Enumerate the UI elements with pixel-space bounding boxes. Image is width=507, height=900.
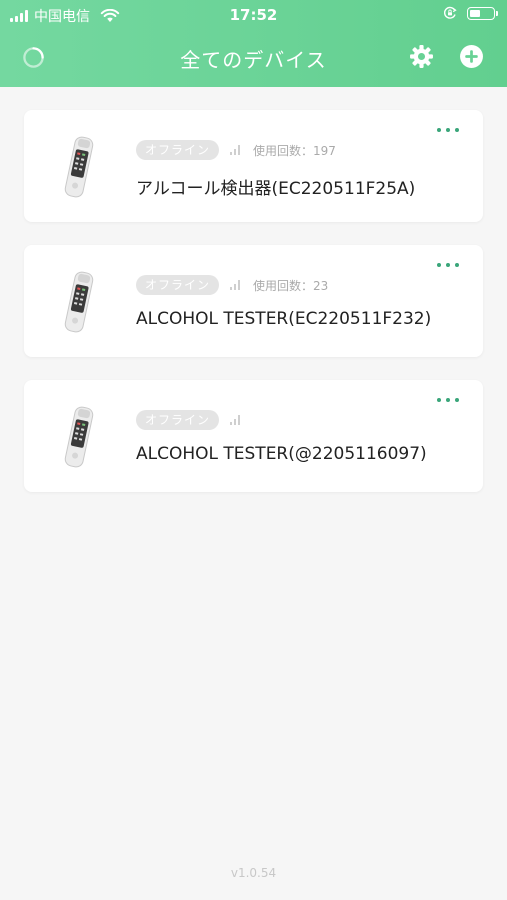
device-card[interactable]: オフライン 使用回数：197 アルコール検出器(EC220511F25A) (24, 110, 483, 222)
device-name: アルコール検出器(EC220511F25A) (136, 179, 416, 199)
plus-circle-icon[interactable] (459, 44, 484, 69)
status-row: オフライン 使用回数：197 (136, 140, 336, 160)
app-version: v1.0.54 (230, 866, 277, 880)
status-row: オフライン (136, 410, 241, 430)
device-name: ALCOHOL TESTER(EC220511F232) (136, 309, 432, 329)
device-name: ALCOHOL TESTER(@2205116097) (136, 444, 427, 464)
signal-bars-icon (230, 280, 241, 290)
rotation-lock-icon (444, 6, 457, 19)
device-card[interactable]: オフライン 使用回数：23 ALCOHOL TESTER(EC220511F23… (24, 245, 483, 357)
usage-count: 使用回数：197 (253, 143, 336, 158)
gear-icon[interactable] (409, 44, 434, 69)
signal-bars-icon (230, 145, 241, 155)
status-badge: オフライン (136, 275, 220, 295)
alcohol-tester-device-icon (64, 136, 94, 198)
device-card[interactable]: オフライン ALCOHOL TESTER(@2205116097) (24, 380, 483, 492)
status-bar: 中国电信 17:52 (0, 0, 507, 30)
alcohol-tester-device-icon (64, 406, 94, 468)
status-row: オフライン 使用回数：23 (136, 275, 328, 295)
status-badge: オフライン (136, 410, 220, 430)
signal-bars-icon (230, 415, 241, 425)
status-right (443, 6, 498, 20)
status-badge: オフライン (136, 140, 220, 160)
status-time: 17:52 (229, 6, 278, 24)
more-dots-icon[interactable] (437, 128, 459, 134)
battery-icon (467, 6, 498, 20)
more-dots-icon[interactable] (437, 398, 459, 404)
top-header: 中国电信 17:52 全てのデバイス (0, 0, 507, 87)
alcohol-tester-device-icon (64, 271, 94, 333)
usage-count: 使用回数：23 (253, 278, 329, 293)
more-dots-icon[interactable] (437, 263, 459, 269)
nav-bar: 全てのデバイス (0, 30, 507, 87)
